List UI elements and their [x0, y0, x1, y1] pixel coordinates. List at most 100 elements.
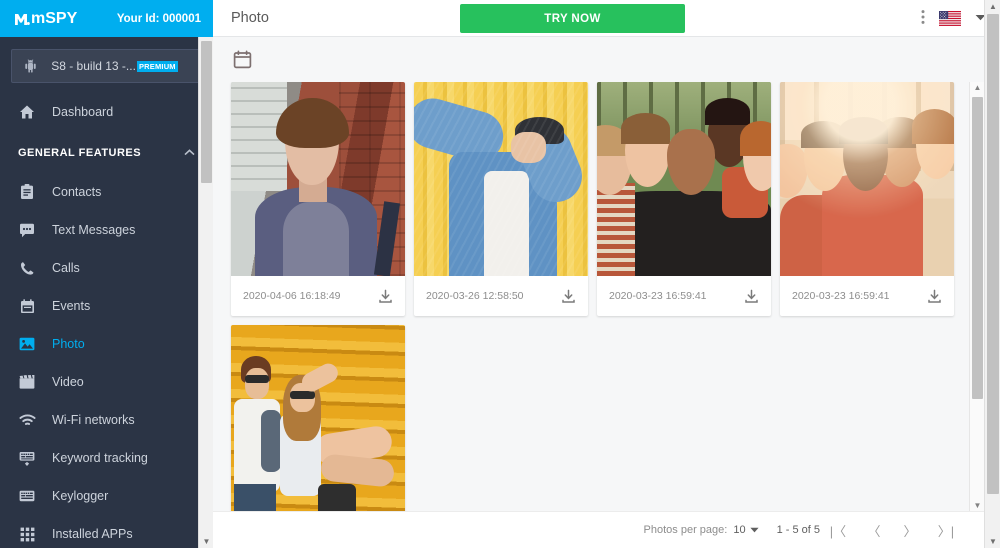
top-bar: Photo TRY NOW: [213, 0, 1000, 37]
try-now-button[interactable]: TRY NOW: [460, 4, 685, 33]
sidebar-item-label: Dashboard: [52, 105, 114, 119]
photo-image-man-brick-wall: [231, 82, 405, 276]
chevron-down-icon[interactable]: [749, 526, 759, 535]
photo-grid-area: 2020-04-06 16:18:49 2020-03-26 12:58:50 …: [213, 82, 1000, 511]
sidebar-section-label: GENERAL FEATURES: [18, 147, 142, 159]
previous-page-button[interactable]: 〈: [856, 521, 892, 540]
sidebar-item-label: Calls: [52, 261, 80, 275]
sidebar-scrollbar-thumb[interactable]: [201, 41, 212, 183]
sidebar-item-keylogger[interactable]: Keylogger: [0, 477, 213, 515]
photo-card[interactable]: 2020-03-23 16:59:41: [597, 82, 771, 316]
sidebar-item-label: Keylogger: [52, 489, 109, 503]
premium-badge: PREMIUM: [136, 60, 178, 72]
keyboard-icon: [18, 487, 36, 505]
photo-card[interactable]: 2020-03-23 16:59:41: [780, 82, 954, 316]
photo-toolbar: [213, 37, 1000, 82]
per-page-select[interactable]: 10: [733, 524, 745, 536]
photo-card-meta: 2020-04-06 16:18:49: [231, 276, 405, 316]
mspy-m-icon: [15, 13, 30, 25]
photo-thumbnail[interactable]: [597, 82, 771, 276]
sidebar-item-label: Wi-Fi networks: [52, 413, 135, 427]
mspy-dashboard-app: mSPY Your Id: 000001 S8 - build 13 -... P…: [0, 0, 1000, 548]
more-vertical-icon[interactable]: [921, 9, 925, 28]
photo-content-panel: 2020-04-06 16:18:49 2020-03-26 12:58:50 …: [213, 37, 1000, 548]
photo-card[interactable]: [231, 325, 405, 511]
scroll-up-arrow[interactable]: ▲: [970, 83, 985, 92]
sidebar: mSPY Your Id: 000001 S8 - build 13 -... P…: [0, 0, 213, 548]
sidebar-item-photo[interactable]: Photo: [0, 325, 213, 363]
calendar-filter-icon[interactable]: [233, 50, 252, 69]
page-scroll-up-arrow[interactable]: ▲: [985, 2, 1000, 11]
sidebar-scrollbar[interactable]: ▼: [198, 37, 213, 548]
video-icon: [18, 373, 36, 391]
photo-date: 2020-03-26 12:58:50: [426, 290, 524, 302]
download-icon[interactable]: [561, 289, 576, 304]
page-scroll-down-arrow[interactable]: ▼: [985, 537, 1000, 546]
sidebar-item-label: Contacts: [52, 185, 102, 199]
page-title: Photo: [231, 10, 269, 26]
photo-list-scrollbar-thumb[interactable]: [972, 97, 983, 399]
photo-grid: 2020-04-06 16:18:49 2020-03-26 12:58:50 …: [231, 82, 981, 511]
apps-grid-icon: [18, 525, 36, 543]
per-page-label: Photos per page:: [643, 524, 728, 536]
message-icon: [18, 221, 36, 239]
download-icon[interactable]: [378, 289, 393, 304]
sidebar-item-label: Text Messages: [52, 223, 136, 237]
sidebar-item-installed-apps[interactable]: Installed APPs: [0, 515, 213, 548]
photo-card[interactable]: 2020-04-06 16:18:49: [231, 82, 405, 316]
photo-thumbnail[interactable]: [414, 82, 588, 276]
user-id-label: Your Id: 000001: [116, 12, 201, 25]
sidebar-section-general-features[interactable]: GENERAL FEATURES: [0, 133, 213, 173]
sidebar-item-label: Keyword tracking: [52, 451, 148, 465]
sidebar-item-wifi-networks[interactable]: Wi-Fi networks: [0, 401, 213, 439]
photo-list-scrollbar[interactable]: ▲ ▼: [969, 82, 984, 511]
download-icon[interactable]: [927, 289, 942, 304]
pagination-footer: Photos per page: 10 1 - 5 of 5 |〈 〈 〉 〉|: [213, 511, 1000, 548]
us-flag-icon[interactable]: [939, 10, 961, 26]
wifi-icon: [18, 411, 36, 429]
photo-icon: [18, 335, 36, 353]
sidebar-scroll-down-arrow[interactable]: ▼: [199, 537, 213, 546]
photo-date: 2020-04-06 16:18:49: [243, 290, 341, 302]
mspy-logo[interactable]: mSPY: [14, 10, 77, 28]
page-scrollbar-thumb[interactable]: [987, 14, 999, 494]
device-selector[interactable]: S8 - build 13 -... PREMIUM: [11, 49, 202, 83]
photo-thumbnail[interactable]: [780, 82, 954, 276]
photo-image-denim-yellow: [414, 82, 588, 276]
download-icon[interactable]: [744, 289, 759, 304]
sidebar-item-contacts[interactable]: Contacts: [0, 173, 213, 211]
topbar-right-controls: [921, 9, 986, 28]
photo-date: 2020-03-23 16:59:41: [609, 290, 707, 302]
android-icon: [22, 59, 38, 73]
device-name: S8 - build 13 -... PREMIUM: [38, 59, 191, 73]
home-icon: [18, 103, 36, 121]
sidebar-item-label: Photo: [52, 337, 85, 351]
scroll-down-arrow[interactable]: ▼: [970, 501, 985, 510]
sidebar-item-keyword-tracking[interactable]: Keyword tracking: [0, 439, 213, 477]
sidebar-item-video[interactable]: Video: [0, 363, 213, 401]
sidebar-item-label: Events: [52, 299, 91, 313]
photo-card[interactable]: 2020-03-26 12:58:50: [414, 82, 588, 316]
next-page-button[interactable]: 〉: [892, 521, 928, 540]
calendar-icon: [18, 297, 36, 315]
photo-thumbnail[interactable]: [231, 82, 405, 276]
photo-card-meta: 2020-03-26 12:58:50: [414, 276, 588, 316]
photo-thumbnail[interactable]: [231, 325, 405, 511]
sidebar-item-label: Installed APPs: [52, 527, 133, 541]
chevron-up-icon: [184, 148, 195, 159]
sidebar-item-text-messages[interactable]: Text Messages: [0, 211, 213, 249]
photo-card-meta: 2020-03-23 16:59:41: [780, 276, 954, 316]
main-area: Photo TRY NOW 2020-04-06 16:18:49 2020-0…: [213, 0, 1000, 548]
photo-image-group-selfie-warm: [780, 82, 954, 276]
last-page-button[interactable]: 〉|: [928, 521, 964, 540]
contacts-icon: [18, 183, 36, 201]
first-page-button[interactable]: |〈: [820, 521, 856, 540]
sidebar-item-dashboard[interactable]: Dashboard: [0, 91, 213, 133]
photo-card-meta: 2020-03-23 16:59:41: [597, 276, 771, 316]
photo-image-couple-yellow-bleachers: [231, 325, 405, 511]
sidebar-item-calls[interactable]: Calls: [0, 249, 213, 287]
page-scrollbar[interactable]: ▲ ▼: [984, 0, 1000, 548]
sidebar-item-events[interactable]: Events: [0, 287, 213, 325]
pagination-range: 1 - 5 of 5: [776, 524, 820, 536]
sidebar-item-label: Video: [52, 375, 84, 389]
